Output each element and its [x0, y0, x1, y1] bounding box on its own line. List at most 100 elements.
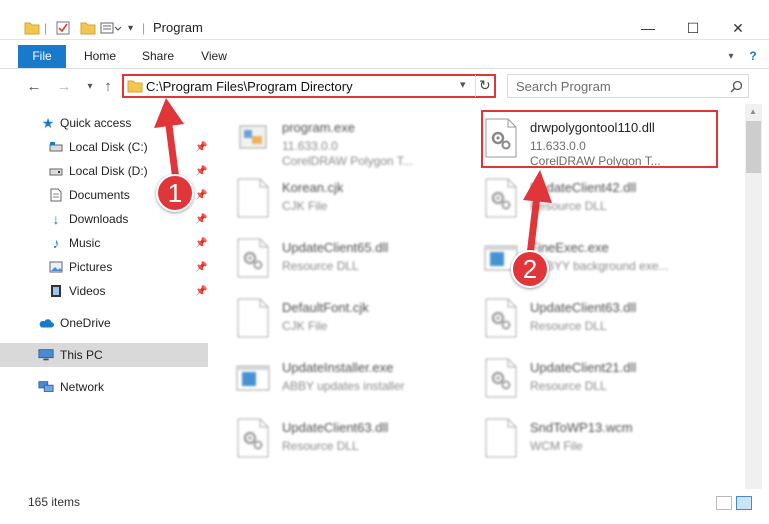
exe-icon	[236, 118, 270, 158]
large-icons-view-icon[interactable]	[736, 496, 752, 510]
file-name: UpdateClient42.dll	[530, 180, 637, 195]
pin-icon[interactable]: 📌	[195, 142, 207, 153]
file-item[interactable]: UpdateClient21.dll Resource DLL	[460, 350, 700, 408]
pin-icon[interactable]: 📌	[195, 262, 207, 273]
maximize-button[interactable]: ☐	[673, 18, 713, 38]
sidebar-item-label: Network	[60, 380, 105, 394]
file-name: DefaultFont.cjk	[282, 300, 369, 315]
file-item[interactable]: UpdateInstaller.exe ABBY updates installe…	[212, 350, 452, 408]
search-placeholder: Search Program	[516, 79, 611, 94]
sidebar-item-this-pc[interactable]: This PC	[0, 343, 208, 367]
videos-icon	[48, 283, 64, 299]
scrollbar-thumb[interactable]	[746, 121, 761, 173]
sidebar-item-local-disk-c[interactable]: Local Disk (C:) 📌	[0, 135, 208, 159]
tab-view[interactable]: View	[192, 45, 236, 68]
back-arrow-icon[interactable]: ←	[24, 76, 44, 96]
file-item[interactable]: program.exe 11.633.0.0 CorelDRAW Polygon T…	[212, 110, 452, 168]
sidebar-item-label: Videos	[69, 284, 106, 298]
sidebar-item-music[interactable]: ♪ Music 📌	[0, 231, 208, 255]
sidebar-item-quick-access[interactable]: ★ Quick access	[0, 111, 208, 135]
sidebar-item-videos[interactable]: Videos 📌	[0, 279, 208, 303]
file-item[interactable]: FineExec.exe ABBYY background exe...	[460, 230, 700, 288]
file-detail: Resource DLL	[530, 199, 607, 213]
recent-locations-icon[interactable]: ▾	[80, 76, 100, 96]
file-name: UpdateClient63.dll	[530, 300, 637, 315]
dll-icon	[236, 418, 270, 458]
close-button[interactable]: ✕	[718, 18, 758, 38]
pin-icon[interactable]: 📌	[195, 238, 207, 249]
sidebar-item-label: Local Disk (C:)	[69, 140, 148, 154]
properties-icon[interactable]	[56, 19, 70, 37]
status-bar: 165 items	[0, 490, 769, 524]
file-name: UpdateClient21.dll	[530, 360, 637, 375]
sidebar-item-label: Pictures	[69, 260, 113, 274]
sidebar-item-label: Documents	[69, 188, 130, 202]
file-detail: ABBYY background exe...	[530, 259, 669, 273]
tab-home[interactable]: Home	[78, 45, 122, 68]
file-item[interactable]: UpdateClient63.dll Resource DLL	[212, 410, 452, 468]
pin-icon[interactable]: 📌	[195, 166, 207, 177]
separator	[475, 75, 476, 97]
up-arrow-icon[interactable]: ↑	[98, 76, 118, 96]
new-folder-icon[interactable]	[80, 19, 96, 37]
star-icon: ★	[41, 114, 55, 131]
cloud-icon	[38, 315, 54, 331]
drive-icon	[48, 163, 64, 179]
address-path: C:\Program Files\Program Directory	[146, 79, 353, 94]
address-bar[interactable]: C:\Program Files\Program Directory ▾ ↻	[122, 74, 496, 98]
file-icon	[484, 418, 518, 458]
file-item[interactable]: DefaultFont.cjk CJK File	[212, 290, 452, 348]
sidebar-item-pictures[interactable]: Pictures 📌	[0, 255, 208, 279]
chevron-down-icon[interactable]: ▾	[128, 19, 133, 37]
search-icon[interactable]	[730, 80, 743, 93]
file-item[interactable]: Korean.cjk CJK File	[212, 170, 452, 228]
separator: |	[44, 21, 48, 35]
file-name: FineExec.exe	[530, 240, 609, 255]
scroll-up-icon[interactable]: ▲	[749, 107, 757, 116]
sidebar-item-network[interactable]: Network	[0, 375, 208, 399]
file-item[interactable]: SndToWP13.wcm WCM File	[460, 410, 700, 468]
tab-file[interactable]: File	[18, 45, 66, 68]
title-bar: | ▾ | Program — ☐ ✕	[0, 0, 769, 40]
minimize-button[interactable]: —	[628, 18, 668, 38]
help-icon[interactable]: ?	[745, 45, 761, 68]
refresh-icon[interactable]: ↻	[479, 77, 491, 94]
music-icon: ♪	[52, 235, 60, 251]
search-input[interactable]: Search Program	[507, 74, 749, 98]
file-detail: Resource DLL	[530, 319, 607, 333]
dll-icon	[236, 238, 270, 278]
file-name: program.exe	[282, 120, 355, 135]
navigation-bar: ← → ▾ ↑ C:\Program Files\Program Directo…	[0, 70, 769, 102]
file-name: UpdateClient65.dll	[282, 240, 389, 255]
file-name: SndToWP13.wcm	[530, 420, 633, 435]
file-name: Korean.cjk	[282, 180, 344, 195]
file-item[interactable]: UpdateClient63.dll Resource DLL	[460, 290, 700, 348]
folder-icon	[24, 19, 40, 37]
file-detail: ABBY updates installer	[282, 379, 405, 393]
pin-icon[interactable]: 📌	[195, 190, 207, 201]
vertical-scrollbar[interactable]: ▲	[745, 104, 762, 489]
file-item[interactable]: UpdateClient65.dll Resource DLL	[212, 230, 452, 288]
sidebar-item-onedrive[interactable]: OneDrive	[0, 311, 208, 335]
item-count: 165 items	[28, 495, 81, 509]
details-view-icon[interactable]	[716, 496, 732, 510]
window-title: Program	[153, 20, 203, 35]
pin-icon[interactable]: 📌	[195, 286, 207, 297]
chevron-down-icon[interactable]: ▾	[460, 78, 466, 91]
chevron-down-icon[interactable]: ▾	[724, 45, 738, 68]
sidebar-item-label: Downloads	[69, 212, 129, 226]
file-name: UpdateClient63.dll	[282, 420, 389, 435]
dll-icon	[484, 298, 518, 338]
file-icon	[236, 298, 270, 338]
tab-share[interactable]: Share	[136, 45, 180, 68]
documents-icon	[48, 187, 64, 203]
annotation-badge-1: 1	[156, 174, 194, 212]
file-item[interactable]: UpdateClient42.dll Resource DLL	[460, 170, 700, 228]
annotation-badge-2: 2	[511, 250, 549, 288]
pin-icon[interactable]: 📌	[195, 214, 207, 225]
dll-icon	[484, 178, 518, 218]
customize-icon[interactable]	[100, 19, 122, 37]
forward-arrow-icon[interactable]: →	[54, 76, 74, 96]
sidebar-item-label: Music	[69, 236, 101, 250]
file-detail: CJK File	[282, 319, 328, 333]
